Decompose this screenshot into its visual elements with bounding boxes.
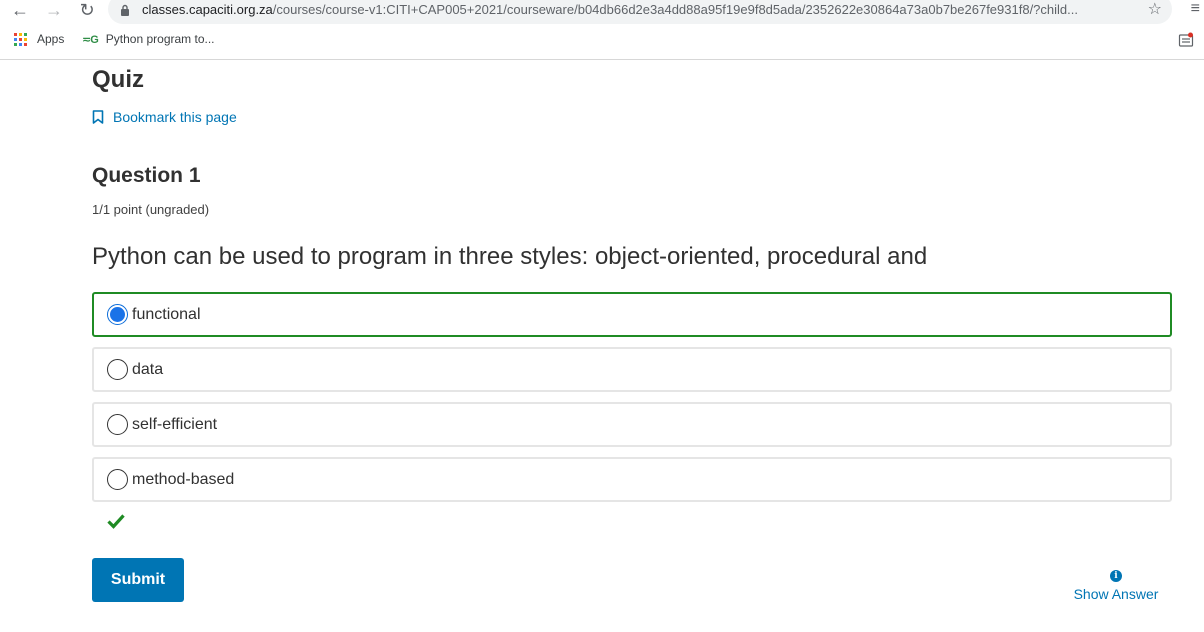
- address-bar[interactable]: classes.capaciti.org.za/courses/course-v…: [108, 0, 1172, 24]
- browser-chrome: ← → ↻ classes.capaciti.org.za/courses/co…: [0, 0, 1204, 60]
- reload-icon[interactable]: ↻: [75, 0, 99, 20]
- bookmark-star-icon[interactable]: ☆: [1148, 0, 1162, 19]
- page-title: Quiz: [92, 66, 144, 93]
- choice-self-efficient[interactable]: self-efficient: [92, 402, 1172, 447]
- submit-button[interactable]: Submit: [92, 558, 184, 602]
- bookmark-page-label: Bookmark this page: [113, 109, 237, 125]
- question-points: 1/1 point (ungraded): [92, 202, 210, 217]
- choice-label: functional: [132, 305, 201, 323]
- question-prompt: Python can be used to program in three s…: [92, 243, 928, 270]
- reading-mode-icon[interactable]: ≡: [1191, 0, 1200, 18]
- choice-label: self-efficient: [132, 415, 218, 433]
- bookmark-page-link[interactable]: Bookmark this page: [92, 109, 237, 125]
- forward-arrow-icon[interactable]: →: [42, 0, 66, 20]
- courseware-content: Quiz Bookmark this page Question 1 1/1 p…: [92, 60, 1172, 632]
- show-answer-button[interactable]: i Show Answer: [1070, 570, 1162, 602]
- radio-button[interactable]: [107, 469, 128, 490]
- lock-icon: [121, 4, 129, 16]
- choice-method-based[interactable]: method-based: [92, 457, 1172, 502]
- show-answer-label: Show Answer: [1073, 586, 1159, 602]
- choice-data[interactable]: data: [92, 347, 1172, 392]
- url-host: classes.capaciti.org.za: [142, 2, 273, 17]
- radio-button[interactable]: [107, 359, 128, 380]
- bookmark-python-program[interactable]: ≂G Python program to...: [82, 32, 215, 46]
- bookmark-apps-label: Apps: [37, 32, 65, 46]
- choice-label: data: [132, 360, 164, 378]
- checkmark-icon: [107, 514, 125, 529]
- bookmark-icon: [92, 110, 104, 124]
- radio-button[interactable]: [107, 414, 128, 435]
- choice-label: method-based: [132, 470, 235, 488]
- bookmarks-bar: Apps ≂G Python program to...: [0, 30, 1204, 52]
- geeksforgeeks-icon: ≂G: [82, 33, 99, 46]
- bookmark-python-label: Python program to...: [105, 32, 215, 46]
- apps-grid-icon: [14, 32, 27, 46]
- bookmark-apps[interactable]: Apps: [14, 32, 64, 46]
- question-title: Question 1: [92, 164, 201, 187]
- url-path: /courses/course-v1:CITI+CAP005+2021/cour…: [272, 2, 1078, 17]
- back-arrow-icon[interactable]: ←: [8, 0, 32, 20]
- url-text: classes.capaciti.org.za/courses/course-v…: [142, 2, 1132, 17]
- info-icon: i: [1110, 570, 1122, 582]
- choice-functional[interactable]: functional: [92, 292, 1172, 337]
- reading-list-icon[interactable]: [1178, 32, 1194, 48]
- radio-button-selected[interactable]: [107, 304, 128, 325]
